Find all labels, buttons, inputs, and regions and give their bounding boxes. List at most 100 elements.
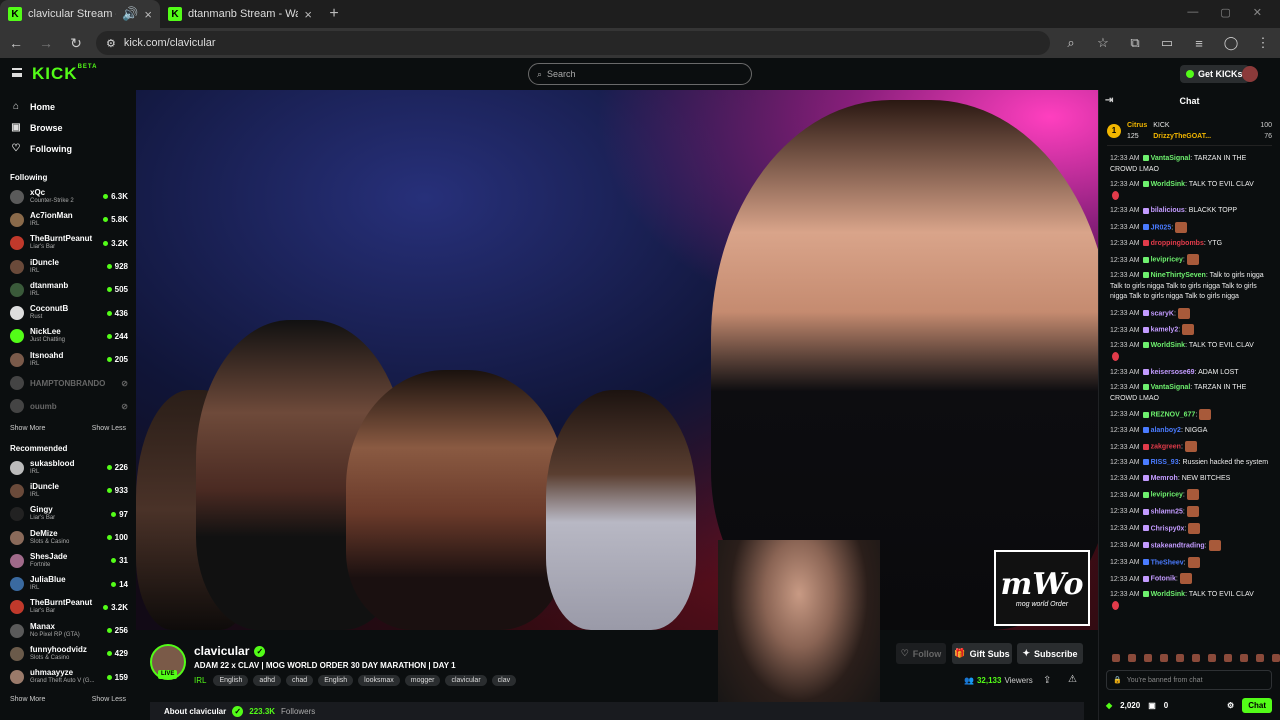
minimize-icon[interactable]: — [1187,6,1198,19]
hamburger-menu-icon[interactable] [12,68,22,77]
cast-icon[interactable]: ▭ [1156,35,1178,51]
message-username[interactable]: Fotonik [1151,576,1176,583]
message-username[interactable]: bilalicious [1151,207,1185,214]
message-username[interactable]: JR025 [1151,224,1172,231]
channel-item[interactable]: Gingy Liar's Bar 97 [0,503,136,526]
channel-item[interactable]: sukasblood IRL 226 [0,456,136,479]
message-username[interactable]: WorldSink [1151,181,1185,188]
tag-chip[interactable]: English [318,675,354,686]
browser-tab-clavicular[interactable]: K clavicular Stream - Watch Live 🔊 × [0,0,160,28]
forward-arrow-icon[interactable]: → [36,35,56,51]
url-bar[interactable]: ⚙ kick.com/clavicular [96,31,1050,55]
chat-input[interactable]: 🔒 You're banned from chat [1106,670,1272,690]
channel-item[interactable]: funnyhoodvidz Slots & Casino 429 [0,642,136,665]
emote-icon[interactable] [1128,654,1136,662]
user-avatar[interactable] [1242,66,1258,82]
emote-icon[interactable] [1256,654,1264,662]
chat-send-button[interactable]: Chat [1242,697,1272,713]
message-username[interactable]: shlamn25 [1151,508,1183,515]
message-username[interactable]: VantaSignal [1151,384,1191,391]
speaker-icon[interactable]: 🔊 [122,6,138,22]
show-more-button[interactable]: Show More [10,696,45,703]
collapse-chat-icon[interactable]: ⇥ [1105,95,1113,106]
zoom-icon[interactable]: ⌕ [1060,35,1082,51]
gift-icon[interactable]: ▣ [1148,701,1156,710]
channel-item[interactable]: xQc Counter-Strike 2 6.3K [0,185,136,208]
emote-icon[interactable] [1192,654,1200,662]
close-tab-icon[interactable]: × [144,7,152,22]
media-icon[interactable]: ≡ [1188,36,1210,51]
message-username[interactable]: scaryK [1151,310,1174,317]
show-less-button[interactable]: Show Less [92,696,126,703]
back-arrow-icon[interactable]: ← [6,35,26,51]
message-username[interactable]: REZNOV_677 [1151,411,1196,418]
message-username[interactable]: Chrispy0x [1151,525,1185,532]
bookmark-star-icon[interactable]: ☆ [1092,35,1114,51]
settings-gear-icon[interactable]: ⚙ [1227,701,1234,710]
channel-item[interactable]: TheBurntPeanut Liar's Bar 3.2K [0,596,136,619]
kick-logo[interactable]: KICKBETA [32,64,97,84]
chat-leaderboard[interactable]: 1 Citrus 125 KICK DrizzyTheGOAT... 100 7… [1107,116,1272,146]
channel-item[interactable]: Manax No Pixel RP (GTA) 256 [0,619,136,642]
message-username[interactable]: keisersose69 [1151,369,1195,376]
tag-chip[interactable]: clavicular [445,675,487,686]
channel-item[interactable]: uhmaayyze Grand Theft Auto V (G... 159 [0,666,136,689]
channel-item[interactable]: DeMize Slots & Casino 100 [0,526,136,549]
message-username[interactable]: WorldSink [1151,342,1185,349]
channel-item[interactable]: iDuncle IRL 928 [0,255,136,278]
show-less-button[interactable]: Show Less [92,425,126,432]
search-input[interactable]: ⌕ Search [528,63,752,85]
channel-item[interactable]: NickLee Just Chatting 244 [0,325,136,348]
channel-item[interactable]: HAMPTONBRANDO ⊘ [0,371,136,394]
emote-icon[interactable] [1176,654,1184,662]
tag-chip[interactable]: looksmax [358,675,400,686]
message-username[interactable]: stakeandtrading [1151,542,1205,549]
streamer-name[interactable]: clavicular [194,644,249,658]
gift-subs-button[interactable]: 🎁 Gift Subs [952,643,1012,664]
close-window-icon[interactable]: ✕ [1253,6,1262,19]
video-player[interactable]: mWo mog world Order [136,90,1098,630]
emote-icon[interactable] [1144,654,1152,662]
channel-item[interactable]: ShesJade Fortnite 31 [0,549,136,572]
nav-browse[interactable]: ▣ Browse [0,117,136,138]
message-username[interactable]: levipricey [1151,257,1183,264]
message-username[interactable]: Memroh [1151,475,1178,482]
channel-item[interactable]: Ac7ionMan IRL 5.8K [0,208,136,231]
message-username[interactable]: levipricey [1151,492,1183,499]
channel-item[interactable]: Itsnoahd IRL 205 [0,348,136,371]
show-more-button[interactable]: Show More [10,425,45,432]
tag-chip[interactable]: clav [491,675,517,686]
message-username[interactable]: kamely2 [1151,327,1179,334]
reload-icon[interactable]: ↻ [66,35,86,52]
emote-icon[interactable] [1272,654,1280,662]
message-username[interactable]: RISS_93 [1151,459,1179,466]
message-username[interactable]: zakgreen [1151,444,1181,451]
message-username[interactable]: WorldSink [1151,591,1185,598]
browser-tab-dtanmanb[interactable]: K dtanmanb Stream - Watch Live × [160,0,320,28]
message-username[interactable]: VantaSignal [1151,155,1191,162]
menu-kebab-icon[interactable]: ⋮ [1252,35,1274,51]
follow-button[interactable]: ♡ Follow [896,643,946,664]
emote-icon[interactable] [1160,654,1168,662]
channel-item[interactable]: TheBurntPeanut Liar's Bar 3.2K [0,232,136,255]
channel-item[interactable]: ouumb ⊘ [0,395,136,418]
category-link[interactable]: IRL [194,676,206,685]
message-username[interactable]: NineThirtySeven [1151,272,1206,279]
profile-icon[interactable]: ◯ [1220,35,1242,51]
channel-item[interactable]: CoconutB Rust 436 [0,301,136,324]
channel-item[interactable]: dtanmanb IRL 505 [0,278,136,301]
channel-item[interactable]: JuliaBlue IRL 14 [0,572,136,595]
emote-icon[interactable] [1240,654,1248,662]
close-tab-icon[interactable]: × [304,7,312,22]
message-username[interactable]: alanboy2 [1151,427,1181,434]
channel-item[interactable]: iDuncle IRL 933 [0,479,136,502]
extensions-icon[interactable]: ⧉ [1124,35,1146,51]
tag-chip[interactable]: chad [286,675,314,686]
emote-icon[interactable] [1112,654,1120,662]
emote-icon[interactable] [1224,654,1232,662]
emote-icon[interactable] [1208,654,1216,662]
nav-following[interactable]: ♡ Following [0,138,136,159]
get-kicks-button[interactable]: Get KICKs [1180,65,1249,83]
share-icon[interactable]: ⇪ [1043,675,1051,686]
message-username[interactable]: TheSheev [1151,559,1184,566]
